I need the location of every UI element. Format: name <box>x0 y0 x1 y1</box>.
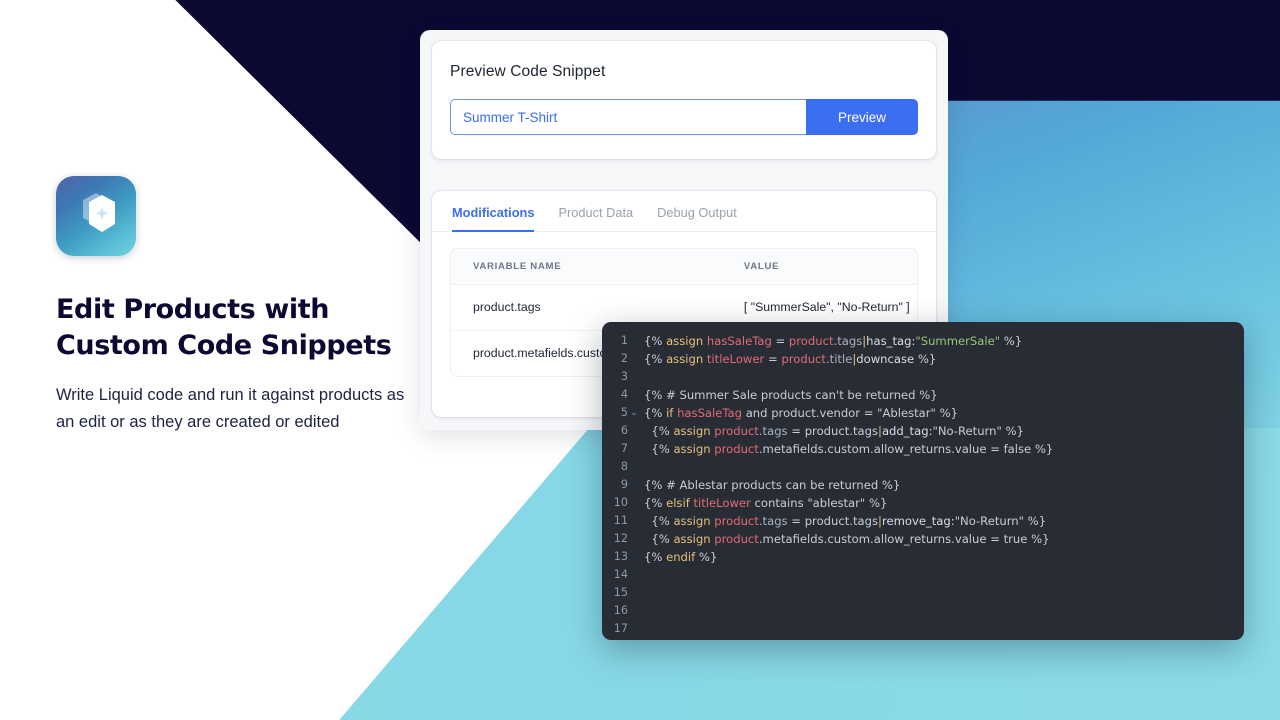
hexagon-sparkle-logo <box>56 176 136 256</box>
code-line-text: {% # Ablestar products can be returned %… <box>644 478 901 492</box>
code-line[interactable]: 11 {% assign product.tags = product.tags… <box>602 512 1244 530</box>
line-number: 13 <box>613 550 628 563</box>
line-number: 15 <box>613 586 628 599</box>
product-search-input[interactable] <box>450 99 806 135</box>
results-tabs: Modifications Product Data Debug Output <box>432 191 936 232</box>
page-subtitle: Write Liquid code and run it against pro… <box>56 386 405 431</box>
page-title: Edit Products with Custom Code Snippets <box>56 292 406 364</box>
line-number: 10 <box>613 496 628 509</box>
preview-code-snippet-card: Preview Code Snippet Preview <box>432 41 936 159</box>
page-title-line-1: Edit Products with <box>56 294 330 325</box>
liquid-code-editor[interactable]: 1 {% assign hasSaleTag = product.tags|has… <box>602 322 1244 640</box>
code-line[interactable]: 2 {% assign titleLower = product.title|do… <box>602 350 1244 368</box>
code-line-text: {% if hasSaleTag and product.vendor = "A… <box>644 406 958 420</box>
code-line-text: {% assign hasSaleTag = product.tags|has_… <box>644 334 1023 348</box>
line-number: 11 <box>613 514 628 527</box>
tab-modifications[interactable]: Modifications <box>452 205 535 232</box>
code-line[interactable]: 1 {% assign hasSaleTag = product.tags|has… <box>602 332 1244 350</box>
tab-product-data[interactable]: Product Data <box>558 205 633 232</box>
code-line[interactable]: 9 {% # Ablestar products can be returned … <box>602 476 1244 494</box>
line-number: 3 <box>620 370 628 383</box>
code-line[interactable]: 10 {% elsif titleLower contains "ablestar… <box>602 494 1244 512</box>
column-header-variable-name: VARIABLE NAME <box>451 249 726 285</box>
code-line[interactable]: 6 {% assign product.tags = product.tags|… <box>602 422 1244 440</box>
code-line[interactable]: 15 <box>602 584 1244 602</box>
code-line-text: {% assign product.metafields.custom.allo… <box>644 442 1054 456</box>
preview-card-title: Preview Code Snippet <box>450 63 606 80</box>
code-line-text: {% assign product.tags = product.tags|re… <box>644 514 1047 528</box>
code-line-text: {% elsif titleLower contains "ablestar" … <box>644 496 888 510</box>
code-line[interactable]: 14 <box>602 566 1244 584</box>
code-line[interactable]: 7 {% assign product.metafields.custom.al… <box>602 440 1244 458</box>
hero-column: Edit Products with Custom Code Snippets … <box>56 176 406 436</box>
line-number: 17 <box>613 622 628 635</box>
code-line[interactable]: 16 <box>602 602 1244 620</box>
code-line-text: {% assign product.metafields.custom.allo… <box>644 532 1050 546</box>
code-line[interactable]: 5 ⌄ {% if hasSaleTag and product.vendor = … <box>602 404 1244 422</box>
code-line-text: {% endif %} <box>644 550 718 564</box>
preview-button[interactable]: Preview <box>806 99 918 135</box>
line-number: 4 <box>620 388 628 401</box>
column-header-value: VALUE <box>725 249 917 285</box>
chevron-down-icon[interactable]: ⌄ <box>628 404 640 422</box>
code-line[interactable]: 13 {% endif %} <box>602 548 1244 566</box>
line-number: 5 <box>620 406 628 419</box>
code-line-text: {% assign titleLower = product.title|dow… <box>644 352 937 366</box>
line-number: 8 <box>620 460 628 473</box>
line-number: 2 <box>620 352 628 365</box>
line-number: 7 <box>620 442 628 455</box>
tab-debug-output[interactable]: Debug Output <box>657 205 737 232</box>
code-line[interactable]: 3 <box>602 368 1244 386</box>
table-head: VARIABLE NAME VALUE <box>451 249 917 285</box>
line-number: 12 <box>613 532 628 545</box>
line-number: 14 <box>613 568 628 581</box>
line-number: 16 <box>613 604 628 617</box>
code-line[interactable]: 12 {% assign product.metafields.custom.a… <box>602 530 1244 548</box>
promo-banner: Edit Products with Custom Code Snippets … <box>0 0 1280 720</box>
page-title-line-2: Custom Code Snippets <box>56 330 392 361</box>
line-number: 6 <box>620 424 628 437</box>
code-line-text: {% assign product.tags = product.tags|ad… <box>644 424 1024 438</box>
preview-input-row: Preview <box>450 99 918 135</box>
hexagon-sparkle-icon <box>83 193 115 232</box>
code-line-text: {% # Summer Sale products can't be retur… <box>644 388 938 402</box>
code-line[interactable]: 4 {% # Summer Sale products can't be retu… <box>602 386 1244 404</box>
code-line[interactable]: 17 <box>602 620 1244 638</box>
line-number: 9 <box>620 478 628 491</box>
code-line[interactable]: 8 <box>602 458 1244 476</box>
line-number: 1 <box>620 334 628 347</box>
table-header-row: VARIABLE NAME VALUE <box>451 249 917 285</box>
